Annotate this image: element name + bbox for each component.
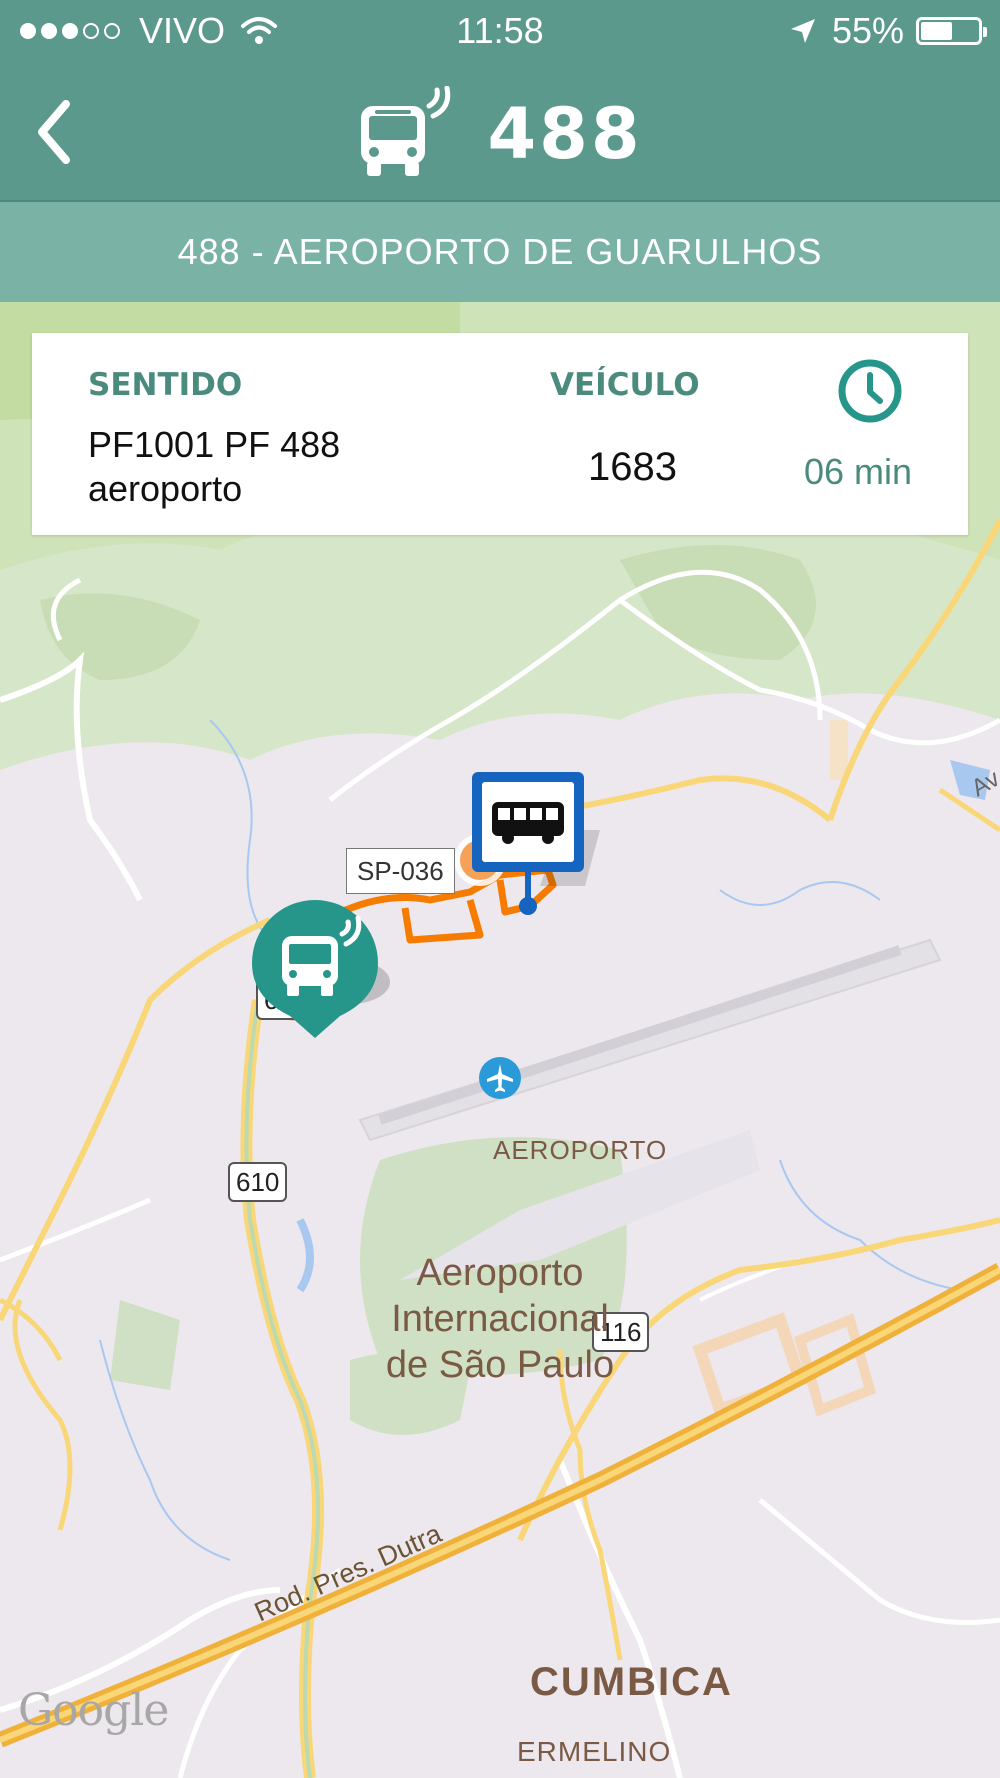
place-label-cumbica: CUMBICA (530, 1660, 733, 1704)
location-arrow-icon (790, 19, 815, 43)
airport-icon[interactable] (478, 1056, 522, 1100)
status-right: 55% (788, 10, 987, 52)
live-bus-icon (361, 86, 451, 176)
place-label-aeroporto: AEROPORTO (493, 1135, 668, 1165)
place-label-airport: Aeroporto Internacional de São Paulo (340, 1250, 660, 1388)
map-view[interactable]: Av SP-036 610 610 116 AEROPORTO Aeroport… (0, 300, 1000, 1778)
road-label-sp036: SP-036 (346, 848, 455, 894)
google-attribution: Google (18, 1685, 169, 1736)
airport-label-line2: Internacional (391, 1298, 609, 1340)
nav-row: 488 (0, 64, 1000, 200)
bus-stop-icon[interactable] (470, 770, 600, 920)
airport-label-line1: Aeroporto (416, 1252, 584, 1294)
place-label-ermelino: ERMELINO (517, 1736, 672, 1767)
route-number: 488 (487, 93, 643, 175)
battery-level (921, 22, 952, 40)
road-shield-610: 610 (228, 1162, 288, 1202)
trip-info-card: SENTIDO VEÍCULO PF1001 PF 488 aeroporto … (32, 333, 968, 535)
bus-location-icon[interactable] (250, 898, 400, 1048)
battery-icon (916, 17, 987, 45)
sentido-line1: PF1001 PF 488 (88, 424, 341, 465)
status-bar: VIVO 11:58 55% (0, 0, 1000, 64)
sentido-label: SENTIDO (88, 367, 243, 403)
veiculo-label: VEÍCULO (550, 367, 700, 403)
app-header: VIVO 11:58 55% 488 (0, 0, 1000, 200)
route-title: 488 (0, 84, 1000, 184)
route-name-bar: 488 - AEROPORTO DE GUARULHOS (0, 200, 1000, 302)
sentido-value: PF1001 PF 488 aeroporto (88, 423, 340, 511)
airport-label-line3: de São Paulo (385, 1344, 615, 1386)
sentido-line2: aeroporto (88, 468, 243, 509)
clock-icon (838, 359, 902, 423)
battery-percent: 55% (831, 10, 904, 51)
eta-value: 06 min (804, 451, 913, 492)
veiculo-value: 1683 (588, 445, 677, 489)
